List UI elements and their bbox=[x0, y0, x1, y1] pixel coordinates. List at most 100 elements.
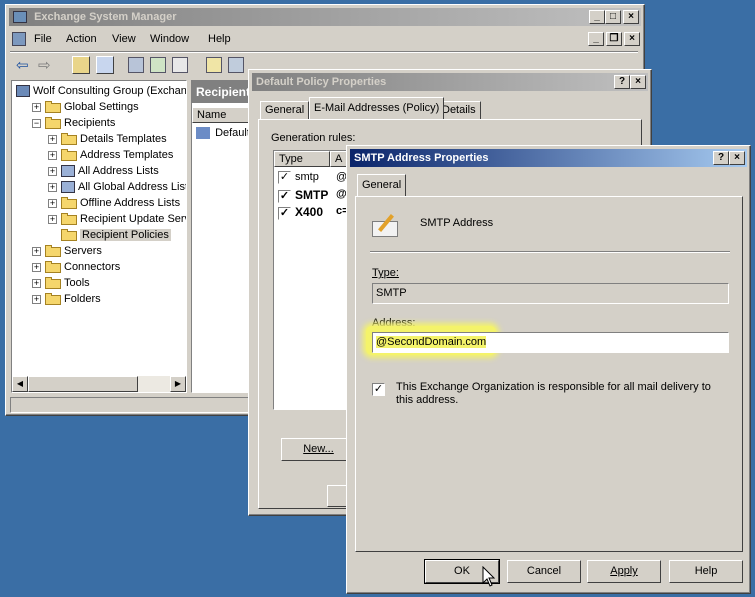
esm-app-icon bbox=[13, 11, 27, 24]
smtp-heading: SMTP Address bbox=[420, 217, 494, 229]
details-pane[interactable]: Recipient Name Default bbox=[191, 80, 251, 393]
expand-toggle-icon[interactable]: + bbox=[48, 166, 57, 176]
menu-help[interactable]: Help bbox=[208, 30, 231, 48]
expand-toggle-icon[interactable]: + bbox=[48, 182, 57, 192]
tree-item[interactable]: + All Address Lists bbox=[48, 163, 159, 179]
tab-email-addresses[interactable]: E-Mail Addresses (Policy) bbox=[309, 97, 445, 119]
folder-icon bbox=[45, 117, 61, 130]
tree-item-label: Offline Address Lists bbox=[80, 197, 181, 209]
tree-item-label: Address Templates bbox=[80, 149, 174, 161]
maximize-button[interactable]: □ bbox=[605, 10, 621, 24]
rule-type: SMTP bbox=[295, 188, 329, 202]
delivery-checkbox[interactable]: ✓ bbox=[372, 383, 385, 396]
menu-window[interactable]: Window bbox=[150, 30, 189, 48]
child-restore-button[interactable]: ❐ bbox=[606, 32, 622, 46]
smtp-dialog-help-button[interactable]: Help bbox=[669, 560, 743, 583]
expand-toggle-icon[interactable]: − bbox=[32, 118, 41, 128]
esm-title-bar[interactable]: Exchange System Manager _ □ × bbox=[9, 8, 641, 26]
back-arrow-icon[interactable]: ⇦ bbox=[16, 56, 29, 74]
tree-item[interactable]: Recipient Policies bbox=[48, 227, 171, 243]
smtp-help-button[interactable]: ? bbox=[713, 151, 729, 165]
org-icon bbox=[16, 85, 30, 98]
menu-view[interactable]: View bbox=[112, 30, 136, 48]
properties-icon[interactable] bbox=[128, 57, 144, 73]
tree-item-label: Servers bbox=[64, 245, 102, 257]
folder-icon bbox=[45, 101, 61, 114]
policy-help-button[interactable]: ? bbox=[614, 75, 630, 89]
folder-icon bbox=[61, 133, 77, 146]
tree-item[interactable]: − Recipients bbox=[32, 115, 115, 131]
rule-checkbox[interactable]: ✓ bbox=[278, 206, 291, 220]
tree-item[interactable]: + All Global Address Lists bbox=[48, 179, 186, 195]
child-minimize-button[interactable]: _ bbox=[588, 32, 604, 46]
expand-toggle-icon[interactable]: + bbox=[32, 278, 41, 288]
policy-close-button[interactable]: × bbox=[630, 75, 646, 89]
tree-item-label: Recipient Update Servic bbox=[80, 213, 186, 225]
policy-title-bar[interactable]: Default Policy Properties ? × bbox=[252, 73, 648, 91]
menu-file[interactable]: File bbox=[34, 30, 52, 48]
folder-icon bbox=[45, 277, 61, 290]
export-list-icon[interactable] bbox=[172, 57, 188, 73]
up-folder-icon[interactable] bbox=[72, 56, 90, 74]
expand-toggle-icon[interactable]: + bbox=[48, 134, 57, 144]
apply-button[interactable]: Apply bbox=[587, 560, 661, 583]
column-header-type[interactable]: Type bbox=[274, 151, 330, 167]
tree-pane[interactable]: Wolf Consulting Group (Exchan + Global Set… bbox=[11, 80, 187, 393]
column-header-name[interactable]: Name bbox=[192, 107, 250, 123]
smtp-title-bar[interactable]: SMTP Address Properties ? × bbox=[350, 149, 747, 167]
tree-item[interactable]: Wolf Consulting Group (Exchan bbox=[16, 83, 186, 99]
menu-action[interactable]: Action bbox=[66, 30, 97, 48]
smtp-close-button[interactable]: × bbox=[729, 151, 745, 165]
expand-toggle-icon[interactable]: + bbox=[32, 246, 41, 256]
scroll-right-button[interactable]: ▶ bbox=[170, 376, 186, 392]
scroll-thumb[interactable] bbox=[28, 376, 138, 392]
tree-item[interactable]: + Recipient Update Servic bbox=[48, 211, 186, 227]
rule-checkbox[interactable]: ✓ bbox=[278, 171, 291, 184]
table-row[interactable]: ✓ smtp @ bbox=[278, 171, 347, 184]
tab-general[interactable]: General bbox=[260, 101, 310, 119]
forward-arrow-icon[interactable]: ⇨ bbox=[38, 56, 51, 74]
tree-item[interactable]: + Connectors bbox=[32, 259, 120, 275]
menu-app-icon bbox=[12, 32, 26, 46]
tree-item[interactable]: + Offline Address Lists bbox=[48, 195, 180, 211]
tree-item-label: Details Templates bbox=[80, 133, 167, 145]
tree-item[interactable]: + Servers bbox=[32, 243, 102, 259]
help-icon[interactable] bbox=[206, 57, 222, 73]
tree-item[interactable]: + Tools bbox=[32, 275, 90, 291]
tree-item[interactable]: + Address Templates bbox=[48, 147, 173, 163]
generation-rules-list[interactable]: Type A ✓ smtp @ ✓ SMTP @ ✓ X400 c= bbox=[273, 150, 353, 410]
tree-item[interactable]: + Details Templates bbox=[48, 131, 167, 147]
table-row[interactable]: ✓ SMTP @ bbox=[278, 188, 347, 203]
email-icon bbox=[370, 211, 400, 239]
expand-toggle-icon[interactable]: + bbox=[48, 214, 57, 224]
rule-checkbox[interactable]: ✓ bbox=[278, 189, 291, 203]
type-field: SMTP bbox=[372, 283, 729, 304]
tree-item-label: All Global Address Lists bbox=[78, 181, 186, 193]
tab-smtp-general[interactable]: General bbox=[357, 174, 407, 196]
refresh-icon[interactable] bbox=[150, 57, 166, 73]
snapin-icon[interactable] bbox=[228, 57, 244, 73]
expand-toggle-icon[interactable]: + bbox=[48, 198, 57, 208]
expand-toggle-icon[interactable]: + bbox=[32, 102, 41, 112]
address-input[interactable]: @SecondDomain.com bbox=[372, 332, 729, 353]
tree-hscrollbar[interactable]: ◀ ▶ bbox=[12, 376, 186, 392]
generation-rules-label: Generation rules: bbox=[271, 132, 356, 144]
minimize-button[interactable]: _ bbox=[589, 10, 605, 24]
list-item[interactable]: Default bbox=[196, 125, 250, 141]
new-button[interactable]: New... bbox=[281, 438, 356, 461]
esm-title: Exchange System Manager bbox=[34, 11, 177, 23]
expand-toggle-icon[interactable]: + bbox=[32, 294, 41, 304]
show-hide-tree-icon[interactable] bbox=[96, 56, 114, 74]
tree-item[interactable]: + Folders bbox=[32, 291, 101, 307]
expand-toggle-icon[interactable]: + bbox=[48, 150, 57, 160]
tree-item-label: Recipient Policies bbox=[80, 229, 171, 241]
tree-item-label: Folders bbox=[64, 293, 101, 305]
cancel-button[interactable]: Cancel bbox=[507, 560, 581, 583]
close-button[interactable]: × bbox=[623, 10, 639, 24]
open-folder-icon bbox=[61, 229, 77, 242]
scroll-left-button[interactable]: ◀ bbox=[12, 376, 28, 392]
table-row[interactable]: ✓ X400 c= bbox=[278, 205, 349, 220]
expand-toggle-icon[interactable]: + bbox=[32, 262, 41, 272]
child-close-button[interactable]: × bbox=[624, 32, 640, 46]
tree-item[interactable]: + Global Settings bbox=[32, 99, 139, 115]
